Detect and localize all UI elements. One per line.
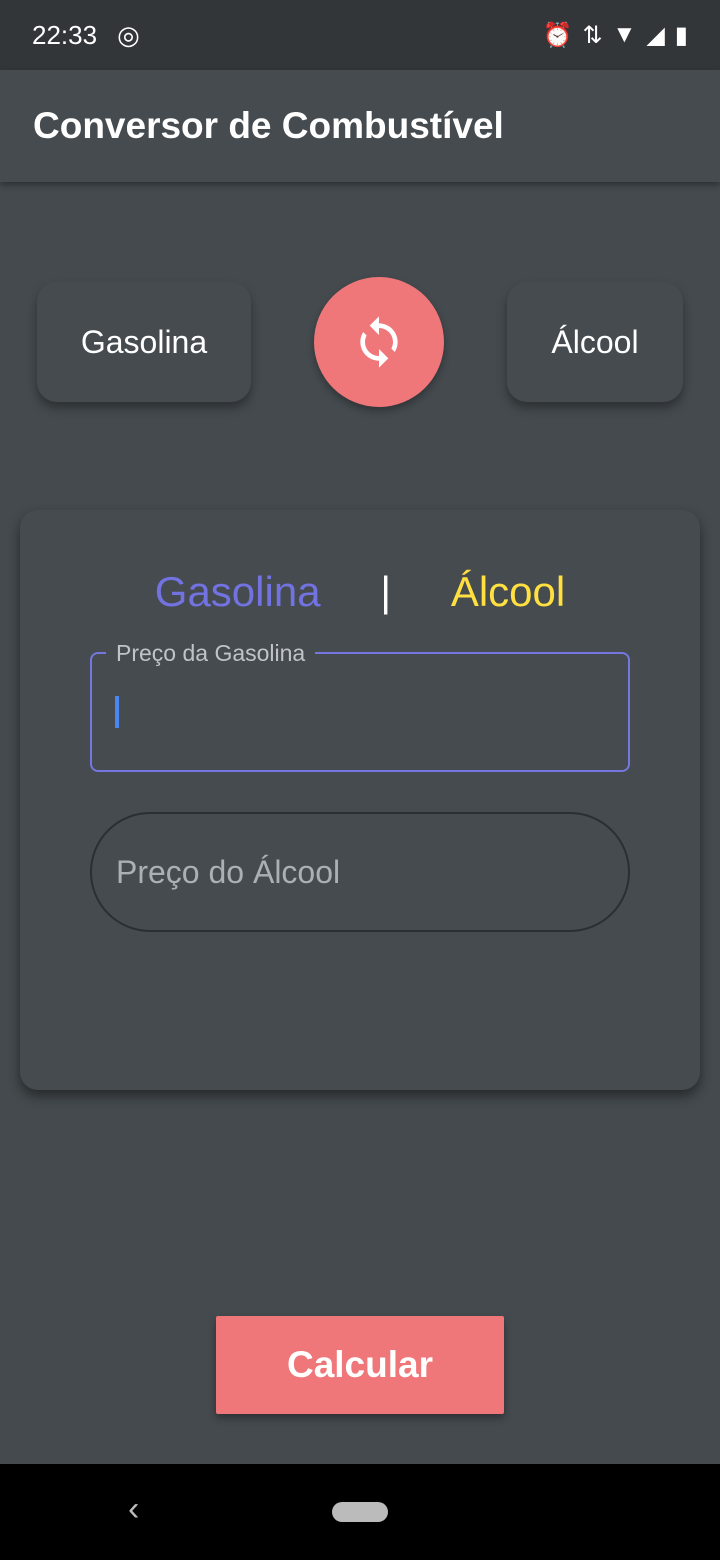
home-pill[interactable] — [332, 1502, 388, 1522]
tab-alcool[interactable]: Álcool — [451, 568, 565, 616]
status-time: 22:33 — [32, 19, 98, 50]
tab-separator: | — [380, 568, 392, 615]
fuel-tabs: Gasolina | Álcool — [0, 568, 720, 616]
from-fuel-label: Gasolina — [80, 323, 208, 360]
alcohol-price-input[interactable]: Preço do Álcool — [90, 812, 630, 932]
calculate-label: Calcular — [286, 1344, 433, 1385]
back-icon[interactable]: ‹ — [128, 1490, 139, 1529]
to-fuel-label: Álcool — [551, 323, 639, 360]
text-cursor — [115, 696, 119, 728]
gasoline-price-label: Preço da Gasolina — [106, 642, 316, 665]
data-arrows-icon: ⇅ — [582, 21, 603, 49]
alcohol-price-placeholder: Preço do Álcool — [116, 853, 341, 890]
swap-button[interactable] — [314, 277, 444, 407]
tab-gasolina[interactable]: Gasolina — [155, 568, 321, 616]
page-title: Conversor de Combustível — [33, 105, 504, 146]
app-bar: Conversor de Combustível — [0, 70, 720, 182]
status-bar: 22:33 ◎ ⏰ ⇅ ▼ ◢ ▮ — [0, 0, 720, 70]
alarm-icon: ⏰ — [542, 21, 573, 49]
wifi-icon: ▼ — [612, 20, 637, 48]
gasoline-price-input[interactable]: Preço da Gasolina — [90, 642, 630, 772]
signal-icon: ◢ — [646, 21, 665, 49]
sync-icon — [360, 316, 398, 368]
to-fuel-button[interactable]: Álcool — [507, 282, 683, 402]
calculate-button[interactable]: Calcular — [216, 1316, 504, 1414]
battery-charging-icon: ▮ — [674, 21, 688, 49]
app-notification-icon: ◎ — [117, 19, 140, 50]
from-fuel-button[interactable]: Gasolina — [37, 282, 251, 402]
navigation-bar: ‹ — [0, 1464, 720, 1560]
